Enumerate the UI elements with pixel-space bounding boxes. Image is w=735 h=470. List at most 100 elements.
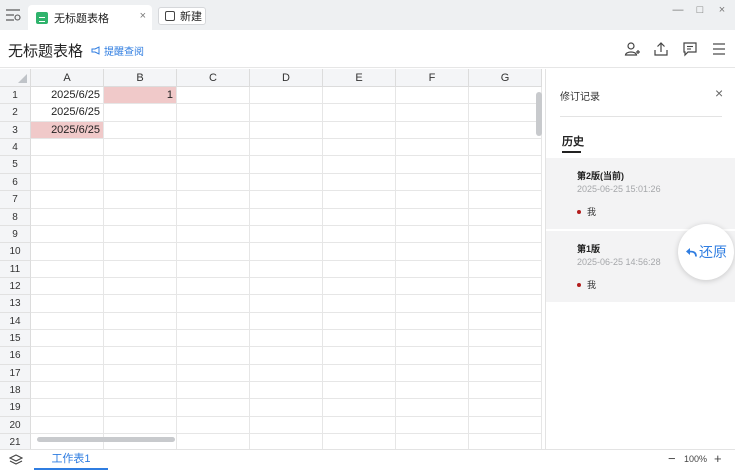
- vertical-scrollbar[interactable]: [536, 92, 542, 136]
- cell-c15[interactable]: [177, 330, 250, 348]
- cell-b12[interactable]: [104, 277, 177, 296]
- cell-b17[interactable]: [104, 364, 177, 383]
- row-header-6[interactable]: 6: [0, 173, 31, 192]
- cell-f10[interactable]: [396, 243, 469, 261]
- cell-c19[interactable]: [177, 399, 250, 417]
- cell-g3[interactable]: [469, 121, 542, 140]
- cell-e20[interactable]: [323, 416, 396, 435]
- cell-g2[interactable]: [469, 104, 542, 122]
- cell-d4[interactable]: [250, 139, 323, 157]
- cell-e10[interactable]: [323, 243, 396, 261]
- cell-d9[interactable]: [250, 225, 323, 244]
- comment-icon[interactable]: [682, 41, 698, 57]
- row-header-14[interactable]: 14: [0, 312, 31, 331]
- row-header-8[interactable]: 8: [0, 208, 31, 226]
- cell-b6[interactable]: [104, 173, 177, 192]
- cell-c14[interactable]: [177, 312, 250, 331]
- column-header-e[interactable]: E: [323, 69, 396, 87]
- cell-d13[interactable]: [250, 295, 323, 313]
- cell-b2[interactable]: [104, 104, 177, 122]
- cell-g9[interactable]: [469, 225, 542, 244]
- cell-a13[interactable]: [31, 295, 104, 313]
- cell-b4[interactable]: [104, 139, 177, 157]
- cell-c12[interactable]: [177, 277, 250, 296]
- cell-e7[interactable]: [323, 191, 396, 209]
- cell-d5[interactable]: [250, 156, 323, 174]
- cell-e16[interactable]: [323, 347, 396, 365]
- cell-c16[interactable]: [177, 347, 250, 365]
- cell-b20[interactable]: [104, 416, 177, 435]
- cell-a17[interactable]: [31, 364, 104, 383]
- cell-a2[interactable]: 2025/6/25: [31, 104, 104, 122]
- cell-f3[interactable]: [396, 121, 469, 140]
- row-header-7[interactable]: 7: [0, 191, 31, 209]
- column-header-b[interactable]: B: [104, 69, 177, 87]
- cell-f7[interactable]: [396, 191, 469, 209]
- cell-d1[interactable]: [250, 87, 323, 105]
- maximize-icon[interactable]: □: [692, 3, 708, 17]
- cell-d11[interactable]: [250, 260, 323, 278]
- cell-d10[interactable]: [250, 243, 323, 261]
- cell-e18[interactable]: [323, 382, 396, 400]
- cell-d7[interactable]: [250, 191, 323, 209]
- cell-b11[interactable]: [104, 260, 177, 278]
- cell-f2[interactable]: [396, 104, 469, 122]
- cell-a15[interactable]: [31, 330, 104, 348]
- cell-a7[interactable]: [31, 191, 104, 209]
- cell-f14[interactable]: [396, 312, 469, 331]
- cell-e13[interactable]: [323, 295, 396, 313]
- layers-icon[interactable]: [9, 453, 23, 467]
- cell-f21[interactable]: [396, 434, 469, 449]
- document-title[interactable]: 无标题表格: [8, 40, 83, 61]
- cell-e3[interactable]: [323, 121, 396, 140]
- cell-a6[interactable]: [31, 173, 104, 192]
- cell-c17[interactable]: [177, 364, 250, 383]
- tab-untitled-sheet[interactable]: 无标题表格 ×: [28, 5, 152, 30]
- column-header-g[interactable]: G: [469, 69, 542, 87]
- cell-a19[interactable]: [31, 399, 104, 417]
- cell-f15[interactable]: [396, 330, 469, 348]
- cell-c6[interactable]: [177, 173, 250, 192]
- cell-g5[interactable]: [469, 156, 542, 174]
- cell-f4[interactable]: [396, 139, 469, 157]
- cell-c18[interactable]: [177, 382, 250, 400]
- row-header-10[interactable]: 10: [0, 243, 31, 261]
- cell-c3[interactable]: [177, 121, 250, 140]
- cell-e17[interactable]: [323, 364, 396, 383]
- cell-g4[interactable]: [469, 139, 542, 157]
- cell-c1[interactable]: [177, 87, 250, 105]
- column-header-d[interactable]: D: [250, 69, 323, 87]
- cell-b18[interactable]: [104, 382, 177, 400]
- cell-g19[interactable]: [469, 399, 542, 417]
- row-header-15[interactable]: 15: [0, 330, 31, 348]
- cell-c9[interactable]: [177, 225, 250, 244]
- cell-d18[interactable]: [250, 382, 323, 400]
- cell-f12[interactable]: [396, 277, 469, 296]
- cell-e12[interactable]: [323, 277, 396, 296]
- window-close-icon[interactable]: ×: [714, 3, 730, 17]
- row-header-19[interactable]: 19: [0, 399, 31, 417]
- row-header-13[interactable]: 13: [0, 295, 31, 313]
- row-header-21[interactable]: 21: [0, 434, 31, 449]
- minimize-icon[interactable]: —: [670, 3, 686, 17]
- cell-e5[interactable]: [323, 156, 396, 174]
- column-header-f[interactable]: F: [396, 69, 469, 87]
- cell-a4[interactable]: [31, 139, 104, 157]
- cell-b16[interactable]: [104, 347, 177, 365]
- cell-c7[interactable]: [177, 191, 250, 209]
- cell-b10[interactable]: [104, 243, 177, 261]
- cell-g10[interactable]: [469, 243, 542, 261]
- column-header-a[interactable]: A: [31, 69, 104, 87]
- cell-f1[interactable]: [396, 87, 469, 105]
- cell-g17[interactable]: [469, 364, 542, 383]
- cell-d20[interactable]: [250, 416, 323, 435]
- row-header-5[interactable]: 5: [0, 156, 31, 174]
- cell-f5[interactable]: [396, 156, 469, 174]
- cell-g20[interactable]: [469, 416, 542, 435]
- add-user-icon[interactable]: [624, 41, 640, 57]
- new-tab-button[interactable]: 新建: [158, 7, 206, 25]
- cell-f8[interactable]: [396, 208, 469, 226]
- row-header-20[interactable]: 20: [0, 416, 31, 435]
- cell-a3[interactable]: 2025/6/25: [31, 121, 104, 140]
- column-header-c[interactable]: C: [177, 69, 250, 87]
